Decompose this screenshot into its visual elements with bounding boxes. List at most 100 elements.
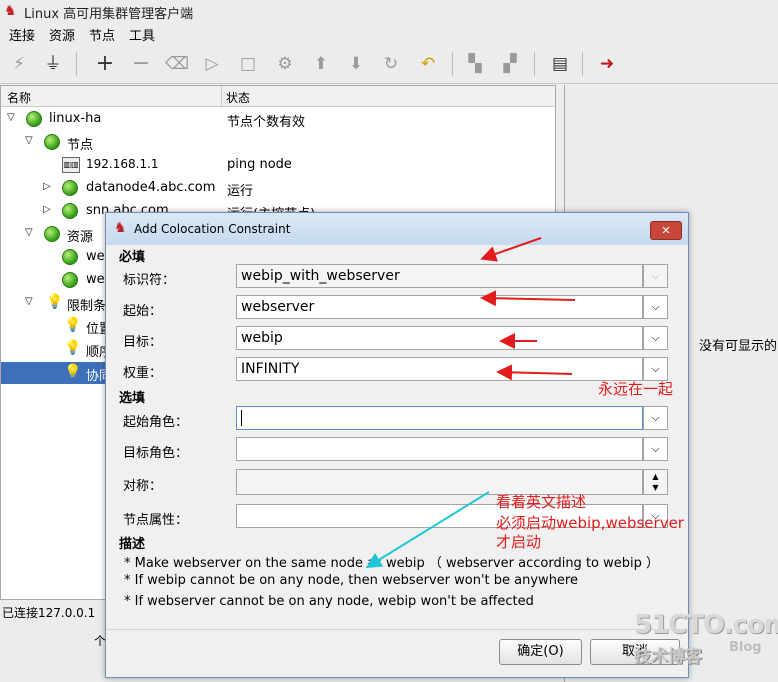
toolbar-separator <box>452 52 453 76</box>
optional-section-label: 选填 <box>119 391 146 406</box>
tree-label: 资源 <box>67 230 94 245</box>
column-divider[interactable] <box>221 86 222 106</box>
description-line: * Make webserver on the same node as web… <box>124 556 660 571</box>
tree-row-datanode4[interactable]: ▷ datanode4.abc.com 运行 <box>1 177 555 199</box>
node-online-status-icon <box>62 180 78 196</box>
annotation-together: 永远在一起 <box>598 380 674 398</box>
from-role-label: 起始角色： <box>123 415 189 430</box>
log-icon[interactable]: ▤ <box>547 51 573 77</box>
menu-connect[interactable]: 连接 <box>9 25 35 44</box>
chevron-down-icon: ⌵ <box>643 264 668 288</box>
start-icon[interactable]: ▷ <box>199 51 225 77</box>
constraint-bulb-icon: 💡 <box>64 364 82 380</box>
toolbar: ⚡ ⏚ + − ⌫ ▷ □ ⚙ ⬆ ⬇ ↻ ↶ ▚ ▞ ▤ ➜ <box>0 45 778 84</box>
toolbar-separator <box>582 52 583 76</box>
expand-toggle-icon[interactable]: ▽ <box>25 135 33 146</box>
constraint-bulb-icon: 💡 <box>64 317 82 333</box>
tree-status: 运行 <box>227 184 254 199</box>
connect-icon[interactable]: ⚡ <box>6 51 32 77</box>
column-status[interactable]: 状态 <box>226 89 250 106</box>
remove-icon[interactable]: − <box>128 51 154 77</box>
tree-label: 限制条 <box>67 299 107 314</box>
menu-tools[interactable]: 工具 <box>129 25 155 44</box>
menu-node[interactable]: 节点 <box>89 25 115 44</box>
column-name[interactable]: 名称 <box>7 89 31 106</box>
tree-status: ping node <box>227 157 292 172</box>
expand-toggle-icon[interactable]: ▷ <box>43 181 51 192</box>
expand-toggle-icon[interactable]: ▽ <box>7 112 15 123</box>
watermark-site: 51CTO.com <box>634 610 778 640</box>
app-logo-icon: ♞ <box>114 220 127 236</box>
constraint-bulb-icon: 💡 <box>64 340 82 356</box>
node-standby-icon[interactable]: ▚ <box>462 51 488 77</box>
exit-icon[interactable]: ➜ <box>594 51 620 77</box>
plug-icon[interactable]: ⏚ <box>40 51 66 77</box>
chevron-down-icon[interactable]: ⌵ <box>643 295 668 319</box>
up-icon[interactable]: ⬆ <box>308 51 334 77</box>
id-field[interactable]: webip_with_webserver <box>236 264 643 288</box>
dialog-divider <box>106 629 688 630</box>
annotation-note: 才启动 <box>496 533 542 551</box>
toolbar-separator <box>534 52 535 76</box>
empty-message: 没有可显示的i <box>699 339 778 354</box>
chevron-down-icon[interactable]: ⌵ <box>643 437 668 461</box>
updown-arrows-icon[interactable]: ▲ ▼ <box>643 469 668 495</box>
close-icon[interactable]: ✕ <box>650 221 682 240</box>
down-icon[interactable]: ⬇ <box>343 51 369 77</box>
tree-label: linux-ha <box>49 111 102 126</box>
chevron-down-icon[interactable]: ⌵ <box>643 326 668 350</box>
watermark-blog: Blog <box>729 640 762 655</box>
dialog-title-bar[interactable]: ♞ Add Colocation Constraint ✕ <box>106 213 688 245</box>
ok-button[interactable]: 确定(O) <box>499 639 582 665</box>
expand-toggle-icon[interactable]: ▽ <box>25 227 33 238</box>
tree-label: we <box>86 272 105 287</box>
connection-status: 已连接127.0.0.1 <box>2 606 96 620</box>
description-line: * If webip cannot be on any node, then w… <box>124 573 578 588</box>
title-bar: ♞ Linux 高可用集群管理客户端 <box>0 0 778 22</box>
watermark-sub: 技术博客 <box>634 647 702 667</box>
tree-label: we <box>86 249 105 264</box>
toolbar-separator <box>76 52 77 76</box>
watermark: 51CTO.com 技术博客 Blog <box>634 610 778 667</box>
expand-toggle-icon[interactable]: ▷ <box>43 204 51 215</box>
node-attr-label: 节点属性： <box>123 513 189 528</box>
ping-node-icon: ▥▥ <box>62 157 80 173</box>
text-cursor <box>241 410 242 426</box>
status-ok-icon <box>44 134 60 150</box>
constraint-bulb-icon: 💡 <box>46 294 64 310</box>
symmetric-label: 对称： <box>123 479 163 494</box>
menu-resource[interactable]: 资源 <box>49 25 75 44</box>
to-label: 目标： <box>123 335 163 350</box>
clean-icon[interactable]: ⌫ <box>164 51 190 77</box>
chevron-down-icon[interactable]: ⌵ <box>643 406 668 430</box>
tree-label: 节点 <box>67 138 94 153</box>
stop-icon[interactable]: □ <box>235 51 261 77</box>
expand-toggle-icon[interactable]: ▽ <box>25 296 33 307</box>
to-role-label: 目标角色： <box>123 446 189 461</box>
from-role-input[interactable] <box>236 406 643 430</box>
annotation-note: 必须启动webip,webserver <box>496 514 684 532</box>
required-section-label: 必填 <box>119 250 146 265</box>
tree-label: datanode4.abc.com <box>86 180 216 195</box>
tree-row-nodes[interactable]: ▽ 节点 <box>1 131 555 153</box>
score-select[interactable]: INFINITY <box>236 357 643 381</box>
resource-running-icon <box>62 249 78 265</box>
gear-icon[interactable]: ⚙ <box>272 51 298 77</box>
tree-row-ping-node[interactable]: ▥▥ 192.168.1.1 ping node <box>1 154 555 176</box>
node-online-status-icon <box>62 203 78 219</box>
to-select[interactable]: webip <box>236 326 643 350</box>
id-label: 标识符： <box>123 273 176 288</box>
redo-icon[interactable]: ↻ <box>378 51 404 77</box>
tree-status: 节点个数有效 <box>227 115 306 130</box>
menu-bar: 连接 资源 节点 工具 <box>0 22 778 44</box>
tree-header: 名称 状态 <box>1 86 555 107</box>
to-role-select[interactable] <box>236 437 643 461</box>
add-icon[interactable]: + <box>92 51 118 77</box>
undo-icon[interactable]: ↶ <box>415 51 441 77</box>
tree-row-linux-ha[interactable]: ▽ linux-ha 节点个数有效 <box>1 108 555 130</box>
description-line: * If webserver cannot be on any node, we… <box>124 594 534 609</box>
from-select[interactable]: webserver <box>236 295 643 319</box>
score-label: 权重： <box>123 366 163 381</box>
node-online-icon[interactable]: ▞ <box>497 51 523 77</box>
dialog-title: Add Colocation Constraint <box>134 222 291 236</box>
